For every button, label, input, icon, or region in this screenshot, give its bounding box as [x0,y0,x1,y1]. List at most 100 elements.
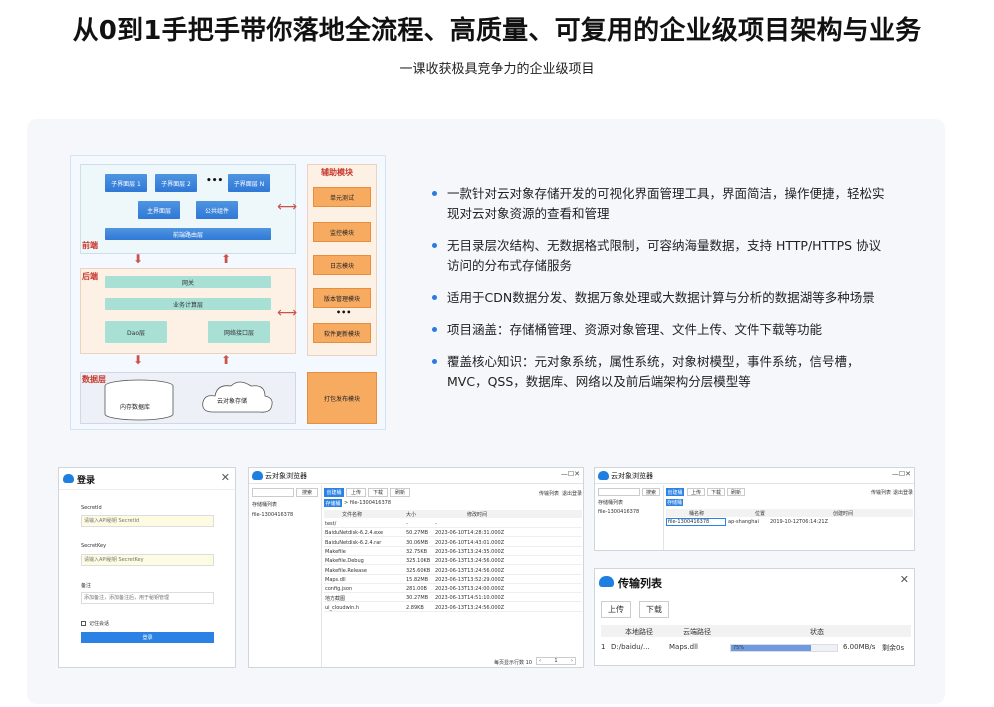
cloud-logo-icon [252,471,263,480]
close-icon[interactable]: ✕ [221,471,230,484]
window-controls-icon[interactable]: —☐✕ [561,470,580,478]
upload-tab[interactable]: 上传 [601,601,631,618]
size-cell: 325.10KB [406,558,431,565]
note-input[interactable] [81,592,214,604]
size-cell: 281.00B [406,586,427,593]
cloud-logo-icon [599,576,614,587]
transfer-list-link[interactable]: 传输列表 [871,489,891,496]
main-ui-layer: 主界面层 [138,201,180,219]
page-number: 1 [554,658,558,664]
update-module: 软件更新模块 [313,323,371,343]
table-row[interactable]: config.json 281.00B 2023-06-13T13:24:00.00… [324,584,582,594]
size-cell: 30.06MB [406,539,429,546]
filename-cell: Maps.dll [325,576,346,583]
unit-test-module: 单元测试 [313,187,371,207]
upload-button[interactable]: 上传 [346,488,366,497]
table-row[interactable]: BaiduNetdisk-6.2.4.rar 30.06MB 2023-06-10T… [324,538,582,547]
feature-item: 适用于CDN数据分发、数据万象处理或大数据计算与分析的数据湖等多种场景 [432,288,892,308]
remember-label: 记住会话 [89,621,110,627]
created-cell: 2019-10-12T06:14:21Z [770,519,828,525]
feature-item: 无目录层次结构、无数据格式限制，可容纳海量数据，支持 HTTP/HTTPS 协议… [432,236,892,276]
table-row[interactable]: Makefile 32.75KB 2023-06-13T13:24:35.000Z [324,547,582,556]
size-cell: 325.60KB [406,567,431,574]
monitor-module: 监控模块 [313,222,371,242]
logout-link[interactable]: 退出登录 [893,489,913,496]
feature-item: 项目涵盖：存储桶管理、资源对象管理、文件上传、文件下载等功能 [432,320,892,340]
feature-item: 覆盖核心知识：元对象系统，属性系统，对象树模型，事件系统，信号槽，MVC，QSS… [432,352,892,392]
table-row[interactable]: file-1300416378 ap-shanghai 2019-10-12T0… [666,518,913,526]
search-button[interactable]: 搜索 [296,488,318,497]
table-row[interactable]: ui_cloudwin.h 2.89KB 2023-06-13T13:24:56.0… [324,603,582,612]
note-label: 备注 [81,583,92,589]
feature-text: 无目录层次结构、无数据格式限制，可容纳海量数据，支持 HTTP/HTTPS 协议… [447,238,882,273]
progress-bar: 75% [730,644,838,652]
col-bucket-name: 桶名称 [689,511,705,517]
up-arrow-icon: ⬆ [221,353,232,367]
up-arrow-icon: ⬆ [221,252,232,266]
create-bucket-button[interactable]: 创建桶 [666,488,684,496]
remember-checkbox[interactable] [81,621,86,626]
download-button[interactable]: 下载 [368,488,388,497]
table-row[interactable]: Maps.dll 15.82MB 2023-06-13T13:52:29.000Z [324,575,582,584]
frontend-label: 前端 [82,241,98,250]
mtime-cell: 2023-06-13T13:24:35.000Z [435,548,505,555]
sub-ui-1: 子界面层 1 [105,174,147,192]
feature-text: 项目涵盖：存储桶管理、资源对象管理、文件上传、文件下载等功能 [447,322,823,337]
log-module: 日志模块 [313,255,371,275]
sub-ui-n: 子界面层 N [228,174,270,192]
download-tab[interactable]: 下载 [639,601,669,618]
col-mtime: 修改时间 [467,512,488,518]
search-button[interactable]: 搜索 [642,488,660,496]
memory-db-label: 内存数据库 [120,404,151,411]
filename-cell: config.json [325,586,353,593]
bucket-search-input[interactable] [252,488,294,497]
row-index: 1 [601,643,606,651]
network-layer: 网络接口层 [208,321,270,343]
feature-list: 一款针对云对象存储开发的可视化界面管理工具，界面简洁，操作便捷，轻松实现对云对象… [432,184,892,404]
release-module: 打包发布模块 [307,372,377,424]
transfer-list-window: 传输列表 ✕ 上传 下载 本地路径 云端路径 状态 1 D:/baidu/...… [594,568,915,666]
table-row[interactable]: BaiduNetdisk-6.2.4.exe 50.27MB 2023-06-10T… [324,528,582,538]
cloud-storage-label: 云对象存储 [217,398,248,405]
sub-ui-2: 子界面层 2 [155,174,197,192]
upload-button[interactable]: 上传 [687,488,705,496]
download-button[interactable]: 下载 [707,488,725,496]
secret-id-input[interactable] [81,515,214,527]
bucket-search-input[interactable] [598,488,640,496]
table-row[interactable]: Makefile.Release 325.60KB 2023-06-13T13:24… [324,566,582,575]
refresh-button[interactable]: 刷新 [727,488,745,496]
size-cell: 2.89KB [406,604,424,611]
page-selector[interactable]: ‹ 1 › [536,657,576,665]
feature-text: 覆盖核心知识：元对象系统，属性系统，对象树模型，事件系统，信号槽，MVC，QSS… [447,354,860,389]
filename-cell: 地方截图 [325,596,346,603]
mtime-cell: 2023-06-13T14:51:10.000Z [435,595,505,602]
filename-cell: Makefile.Release [325,567,367,574]
transfer-list-link[interactable]: 传输列表 [539,490,559,497]
table-row[interactable]: test/ - - [324,519,582,528]
mtime-cell: 2023-06-13T13:24:56.000Z [435,567,505,574]
create-bucket-button[interactable]: 创建桶 [324,488,344,497]
path-bucket-button[interactable]: 存储桶 [666,499,683,506]
close-icon[interactable]: ✕ [900,573,909,586]
secret-key-label: SecretKey [81,543,107,549]
path-bucket-button[interactable]: 存储桶 [324,499,342,507]
bucket-item[interactable]: file-1300416378 [252,512,293,518]
mtime-cell: 2023-06-10T14:43:01.000Z [435,539,505,546]
logout-link[interactable]: 退出登录 [562,490,582,497]
table-row[interactable]: 1 D:/baidu/... Maps.dll 75% 6.00MB/s 剩余0… [601,638,911,656]
down-arrow-icon: ⬇ [133,353,144,367]
login-button[interactable]: 登录 [81,632,214,643]
table-row[interactable]: 地方截图 30.27MB 2023-06-13T14:51:10.000Z [324,593,582,603]
mtime-cell: 2023-06-13T13:52:29.000Z [435,576,505,583]
col-remote-path: 云端路径 [683,628,711,636]
secret-key-input[interactable] [81,554,214,566]
window-controls-icon[interactable]: —☐✕ [892,470,911,478]
table-row[interactable]: Makefile.Debug 325.10KB 2023-06-13T13:24:5… [324,556,582,566]
cloud-logo-icon [63,474,74,483]
col-status: 状态 [810,628,824,636]
filename-cell: ui_cloudwin.h [325,604,360,611]
size-cell: 15.82MB [406,576,429,583]
bucket-item[interactable]: file-1300416378 [598,509,639,515]
bullet-icon [432,295,437,300]
refresh-button[interactable]: 刷新 [390,488,410,497]
